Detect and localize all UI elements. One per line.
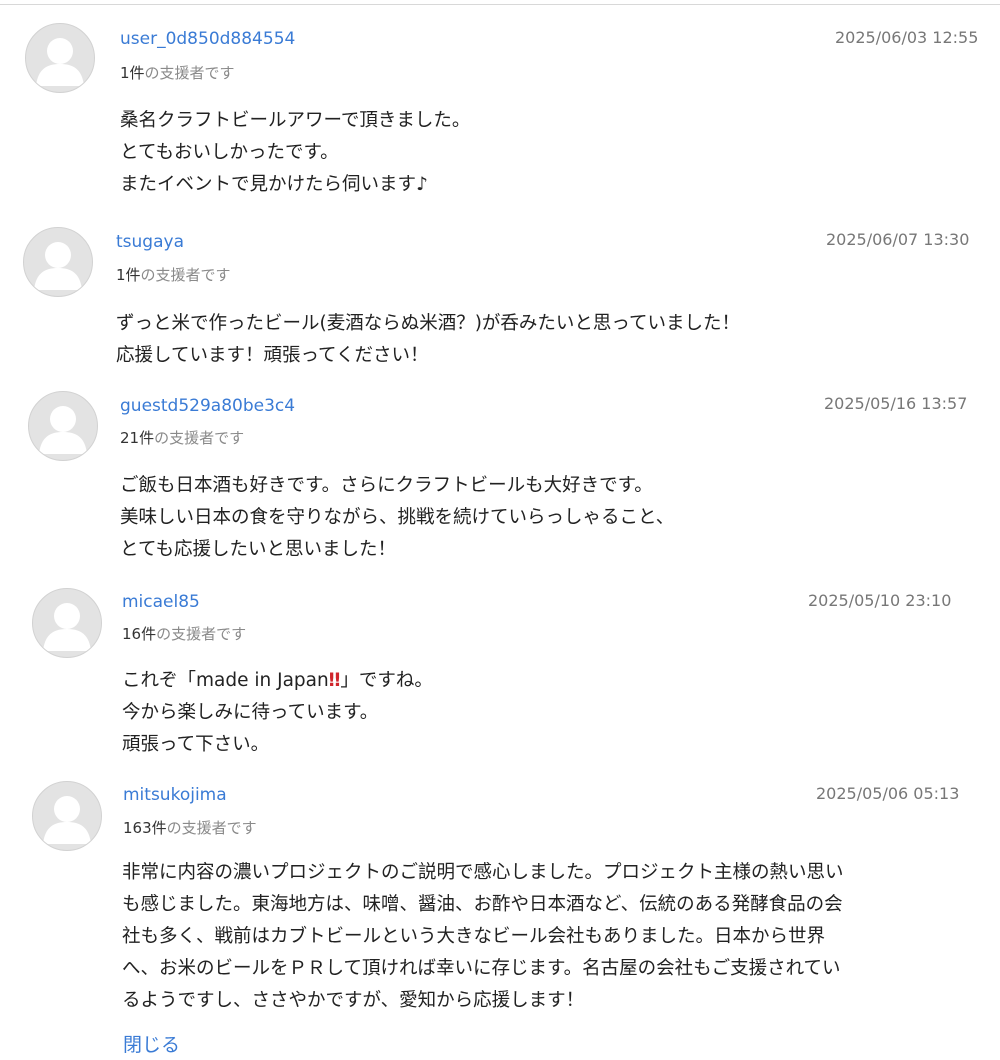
user-silhouette-icon	[43, 796, 91, 844]
comment-line: 美味しい日本の食を守りながら、挑戦を続けていらっしゃること、	[120, 507, 675, 528]
comment-line: 今から楽しみに待っています。	[122, 702, 379, 723]
comment-line: るようですし、ささやかですが、愛知から応援します！	[122, 990, 585, 1011]
username-link[interactable]: tsugaya	[116, 232, 184, 252]
avatar[interactable]	[32, 588, 102, 658]
comment-line: 桑名クラフトビールアワーで頂きました。	[120, 110, 471, 131]
comment-line: またイベントで見かけたら伺います♪	[120, 174, 428, 195]
comment-date: 2025/06/03 12:55	[835, 28, 979, 47]
supporter-count-suffix: の支援者です	[140, 266, 231, 284]
supporter-count-number: 1件	[120, 64, 145, 82]
username-link[interactable]: guestd529a80be3c4	[120, 396, 295, 416]
user-silhouette-icon	[43, 603, 91, 651]
avatar[interactable]	[25, 23, 95, 93]
avatar[interactable]	[28, 391, 98, 461]
top-divider	[0, 0, 1000, 5]
comment-line: とても応援したいと思いました！	[120, 539, 397, 560]
comment-body: 非常に内容の濃いプロジェクトのご説明で感心しました。プロジェクト主様の熱い思い …	[122, 857, 844, 1017]
user-silhouette-icon	[39, 406, 87, 454]
comment-text: これぞ「made in Japan	[122, 670, 329, 691]
comment-line: これぞ「made in Japan‼」ですね。	[122, 665, 433, 697]
comment-line: ご飯も日本酒も好きです。さらにクラフトビールも大好きです。	[120, 475, 653, 496]
supporter-count-suffix: の支援者です	[156, 625, 247, 643]
comment-line: 頑張って下さい。	[122, 734, 270, 755]
comment-date: 2025/05/06 05:13	[816, 784, 960, 803]
supporter-count: 163件の支援者です	[123, 817, 257, 838]
comment-line: とてもおいしかったです。	[120, 142, 339, 163]
comment-line: 社も多く、戦前はカブトビールという大きなビール会社もありました。日本から世界	[122, 926, 826, 947]
comment-body: ご飯も日本酒も好きです。さらにクラフトビールも大好きです。 美味しい日本の食を守…	[120, 470, 674, 566]
comment-date: 2025/05/16 13:57	[824, 394, 968, 413]
user-silhouette-icon	[36, 38, 84, 86]
supporter-count-suffix: の支援者です	[144, 64, 235, 82]
supporter-count-number: 16件	[122, 625, 157, 643]
comment-date: 2025/05/10 23:10	[808, 591, 952, 610]
comment-line: も感じました。東海地方は、味噌、醤油、お酢や日本酒など、伝統のある発酵食品の会	[122, 894, 843, 915]
supporter-count: 16件の支援者です	[122, 623, 246, 644]
username-link[interactable]: user_0d850d884554	[120, 29, 295, 49]
comment-line: 応援しています！頑張ってください！	[116, 345, 429, 366]
supporter-count-number: 1件	[116, 266, 141, 284]
comment-body: これぞ「made in Japan‼」ですね。 今から楽しみに待っています。 頑…	[122, 665, 433, 761]
supporter-count: 21件の支援者です	[120, 427, 244, 448]
supporter-count-number: 21件	[120, 429, 155, 447]
supporter-count-suffix: の支援者です	[166, 819, 257, 837]
supporter-count: 1件の支援者です	[120, 62, 235, 83]
avatar[interactable]	[32, 781, 102, 851]
comment-body: ずっと米で作ったビール(麦酒ならぬ米酒？)が呑みたいと思っていました！ 応援して…	[116, 308, 740, 372]
double-exclamation-emoji: ‼	[328, 670, 341, 691]
comment-line: ずっと米で作ったビール(麦酒ならぬ米酒？)が呑みたいと思っていました！	[116, 313, 741, 334]
comment-date: 2025/06/07 13:30	[826, 230, 970, 249]
supporter-count: 1件の支援者です	[116, 264, 231, 285]
supporter-count-suffix: の支援者です	[154, 429, 245, 447]
comment-line: 非常に内容の濃いプロジェクトのご説明で感心しました。プロジェクト主様の熱い思い	[122, 862, 844, 883]
avatar[interactable]	[23, 227, 93, 297]
user-silhouette-icon	[34, 242, 82, 290]
close-link[interactable]: 閉じる	[123, 1030, 180, 1057]
supporter-count-number: 163件	[123, 819, 167, 837]
username-link[interactable]: mitsukojima	[123, 785, 227, 805]
comment-line: へ、お米のビールをＰＲして頂ければ幸いに存じます。名古屋の会社もご支援されてい	[122, 958, 841, 979]
username-link[interactable]: micael85	[122, 592, 200, 612]
comment-text: 」ですね。	[340, 670, 433, 691]
comment-body: 桑名クラフトビールアワーで頂きました。 とてもおいしかったです。 またイベントで…	[120, 105, 470, 201]
